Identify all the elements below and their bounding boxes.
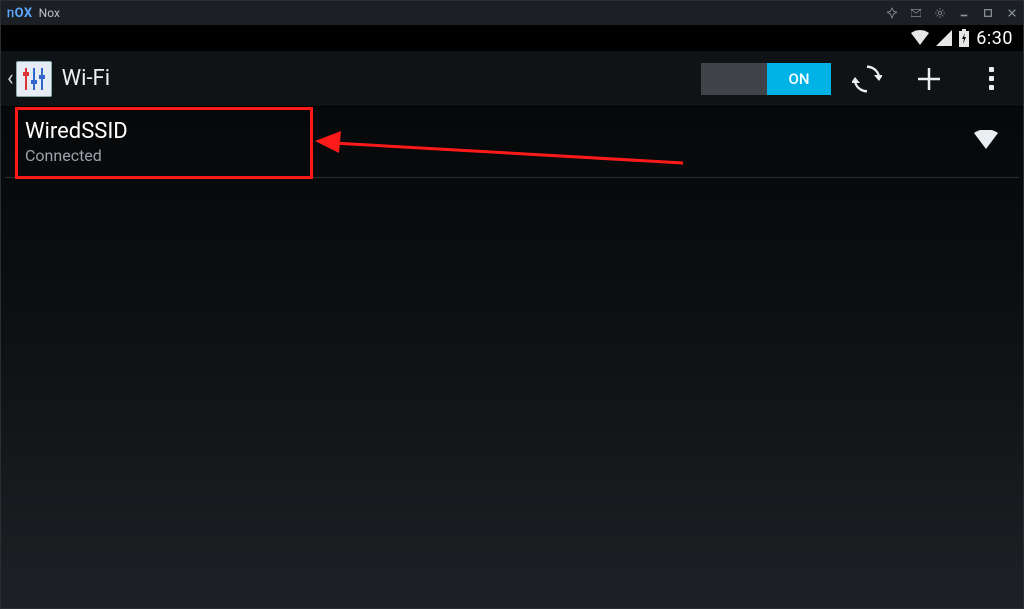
cell-signal-icon <box>936 30 952 46</box>
wifi-strength-icon <box>973 130 999 154</box>
add-network-button[interactable] <box>903 51 955 107</box>
emulator-window: ᥒOX Nox <box>0 0 1024 609</box>
maximize-icon[interactable] <box>983 8 993 18</box>
actionbar: ‹ Wi-Fi ON <box>1 51 1023 107</box>
app-eq-icon <box>16 61 52 97</box>
wifi-item-text: WiredSSID Connected <box>25 119 128 165</box>
wifi-network-item[interactable]: WiredSSID Connected <box>5 107 1019 178</box>
refresh-button[interactable] <box>841 51 893 107</box>
close-icon[interactable] <box>1007 8 1017 18</box>
pin-icon[interactable] <box>887 8 897 18</box>
minimize-icon[interactable] <box>959 8 969 18</box>
android-statusbar: 6:30 <box>1 25 1023 51</box>
wifi-toggle-on-label: ON <box>767 63 831 95</box>
titlebar-left: ᥒOX Nox <box>7 6 60 21</box>
battery-charging-icon <box>958 29 970 47</box>
actionbar-title: Wi-Fi <box>62 66 110 91</box>
settings-icon[interactable] <box>935 8 945 18</box>
titlebar: ᥒOX Nox <box>1 1 1023 25</box>
mail-icon[interactable] <box>911 8 921 18</box>
back-button[interactable]: ‹ <box>7 61 52 97</box>
titlebar-controls <box>887 8 1017 18</box>
wifi-toggle[interactable]: ON <box>701 63 831 95</box>
chevron-left-icon: ‹ <box>7 66 14 91</box>
wifi-list: WiredSSID Connected <box>1 107 1023 608</box>
wifi-status: Connected <box>25 146 128 165</box>
overflow-dots-icon <box>989 67 994 90</box>
wifi-status-icon <box>910 30 930 46</box>
nox-logo: ᥒOX <box>7 6 33 21</box>
wifi-ssid: WiredSSID <box>25 119 128 144</box>
app-name: Nox <box>39 6 60 20</box>
overflow-menu-button[interactable] <box>965 51 1017 107</box>
statusbar-clock: 6:30 <box>976 28 1013 49</box>
android-screen: 6:30 ‹ Wi-Fi ON <box>1 25 1023 608</box>
